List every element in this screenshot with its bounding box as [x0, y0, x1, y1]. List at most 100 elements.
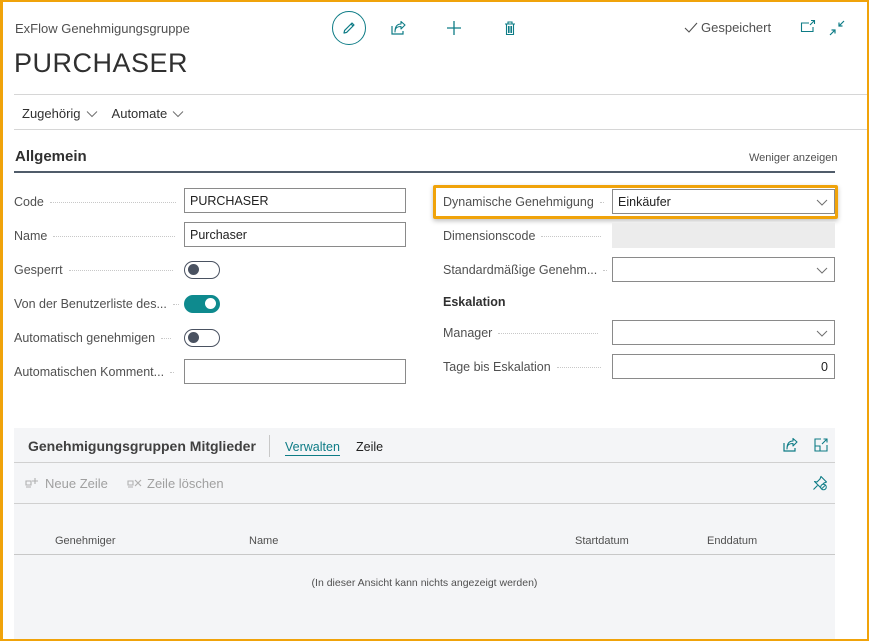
open-in-new-window-icon: [800, 19, 816, 33]
members-share-button[interactable]: [782, 437, 798, 458]
members-title: Genehmigungsgruppen Mitglieder: [28, 438, 256, 454]
leader-dots: [556, 366, 601, 368]
save-status: Gespeichert: [684, 20, 771, 35]
highlight-box: [433, 185, 838, 219]
name-value: Purchaser: [190, 227, 247, 242]
column-header-name[interactable]: Name: [249, 535, 278, 547]
collapse-button[interactable]: [828, 19, 846, 42]
toggle-knob: [188, 264, 199, 275]
days-to-escalation-input[interactable]: 0: [612, 354, 835, 379]
field-label-days-to-escalation: Tage bis Eskalation: [443, 360, 601, 374]
trash-icon: [505, 21, 515, 36]
label-text: Automatisch genehmigen: [14, 331, 156, 345]
new-line-button[interactable]: Neue Zeile: [25, 476, 108, 491]
name-input[interactable]: Purchaser: [184, 222, 406, 247]
share-icon: [391, 20, 406, 35]
members-expand-button[interactable]: [813, 437, 829, 458]
leader-dots: [161, 337, 172, 339]
menu-item-automate[interactable]: Automate: [112, 106, 185, 121]
field-label-code: Code: [14, 195, 176, 209]
label-text: Manager: [443, 326, 493, 340]
toggle-knob: [188, 332, 199, 343]
field-label-default-approver: Standardmäßige Genehm...: [443, 263, 608, 277]
pin-button[interactable]: [812, 475, 828, 496]
chevron-down-icon: [172, 110, 184, 117]
plus-icon: [447, 21, 461, 35]
chevron-down-icon: [86, 110, 97, 117]
leader-dots: [49, 201, 176, 203]
column-header-approver[interactable]: Genehmiger: [55, 535, 116, 547]
tab-manage[interactable]: Verwalten: [285, 440, 340, 456]
table-header-divider: [14, 554, 835, 555]
delete-button[interactable]: [498, 16, 522, 40]
leader-dots: [603, 269, 608, 271]
delete-line-label: Zeile löschen: [147, 476, 224, 491]
part-divider: [14, 503, 835, 504]
column-header-end-date[interactable]: Enddatum: [707, 535, 757, 547]
leader-dots: [172, 303, 179, 305]
edit-button[interactable]: [332, 11, 366, 45]
share-icon: [783, 437, 798, 452]
label-text: Name: [14, 229, 48, 243]
delete-line-button[interactable]: Zeile löschen: [127, 476, 224, 491]
title-separator: [269, 435, 270, 457]
header-actions: [332, 11, 554, 45]
leader-dots: [68, 269, 173, 271]
field-label-auto-comment: Automatischen Komment...: [14, 365, 175, 379]
save-status-text: Gespeichert: [701, 20, 772, 35]
field-label-manager: Manager: [443, 326, 599, 340]
label-text: Von der Benutzerliste des...: [14, 297, 167, 311]
leader-dots: [498, 332, 599, 334]
checkmark-icon: [684, 22, 698, 33]
empty-state-text: (In dieser Ansicht kann nichts angezeigt…: [311, 577, 538, 589]
label-text: Automatischen Komment...: [14, 365, 165, 379]
action-menu: Zugehörig Automate: [22, 106, 184, 121]
popout-button[interactable]: [800, 19, 816, 40]
escalation-title: Eskalation: [443, 295, 506, 309]
part-divider: [14, 462, 835, 463]
default-approver-select[interactable]: [612, 257, 835, 282]
menu-item-label: Automate: [111, 106, 168, 121]
header-divider: [14, 94, 869, 95]
field-label-from-user-list: Von der Benutzerliste des...: [14, 297, 179, 311]
field-label-auto-approve: Automatisch genehmigen: [14, 331, 172, 345]
auto-approve-toggle[interactable]: [184, 329, 220, 347]
tab-line[interactable]: Zeile: [356, 440, 383, 454]
menu-item-label: Zugehörig: [22, 106, 81, 121]
leader-dots: [170, 371, 175, 373]
blocked-toggle[interactable]: [184, 261, 220, 279]
menu-item-related[interactable]: Zugehörig: [22, 106, 98, 121]
record-title: PURCHASER: [14, 48, 189, 78]
leader-dots: [541, 235, 602, 237]
app-title: ExFlow Genehmigungsgruppe: [15, 21, 190, 36]
code-input[interactable]: PURCHASER: [184, 188, 406, 213]
field-label-name: Name: [14, 229, 176, 243]
auto-comment-input[interactable]: [184, 359, 406, 384]
column-header-start-date[interactable]: Startdatum: [575, 535, 629, 547]
section-underline: [14, 171, 835, 173]
from-user-list-toggle[interactable]: [184, 295, 220, 313]
delete-line-icon: [127, 479, 142, 488]
collapse-icon: [829, 20, 845, 36]
field-label-blocked: Gesperrt: [14, 263, 173, 277]
share-button[interactable]: [386, 16, 410, 40]
leader-dots: [53, 235, 176, 237]
menu-divider: [14, 129, 869, 130]
section-title-general[interactable]: Allgemein: [15, 148, 87, 165]
manager-select[interactable]: [612, 320, 835, 345]
label-text: Standardmäßige Genehm...: [443, 263, 598, 277]
label-text: Dimensionscode: [443, 229, 536, 243]
new-line-icon: [25, 477, 38, 488]
days-to-escalation-value: 0: [821, 359, 828, 374]
label-text: Gesperrt: [14, 263, 63, 277]
field-label-dimension-code: Dimensionscode: [443, 229, 602, 243]
chevron-down-icon: [816, 330, 828, 337]
toggle-knob: [205, 298, 216, 309]
new-line-label: Neue Zeile: [45, 476, 108, 491]
new-button[interactable]: [442, 16, 466, 40]
pencil-icon: [343, 22, 355, 34]
code-value: PURCHASER: [190, 193, 269, 208]
expand-icon: [814, 438, 828, 452]
label-text: Code: [14, 195, 44, 209]
show-less-link[interactable]: Weniger anzeigen: [749, 152, 837, 164]
